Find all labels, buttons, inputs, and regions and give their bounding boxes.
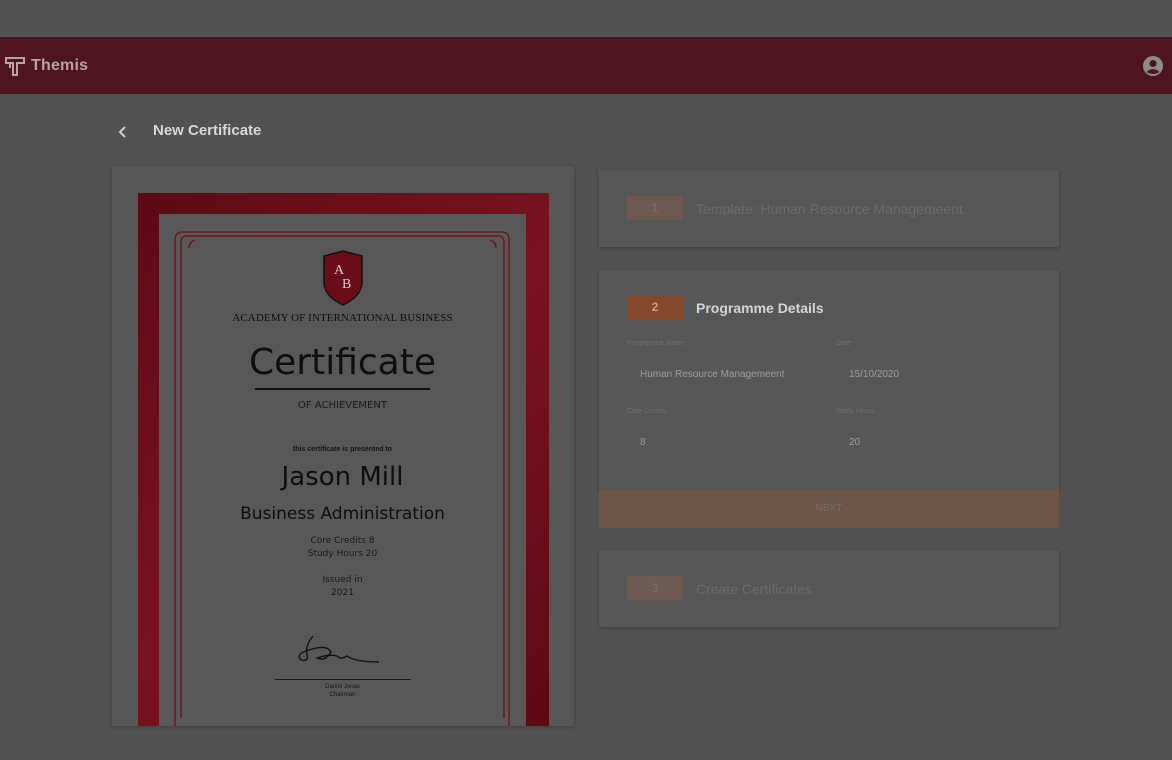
certificate-title: Certificate (249, 342, 436, 383)
step-create-certificates-card[interactable]: 3 Create Certificates (599, 550, 1059, 627)
account-circle-icon[interactable] (1142, 55, 1164, 77)
app-header: Themis (0, 37, 1172, 94)
course-name: Business Administration (240, 504, 445, 524)
next-button[interactable]: NEXT (599, 490, 1059, 528)
issued-in-text: Issued in (322, 575, 363, 585)
step-2-title: Programme Details (696, 300, 824, 316)
brand-name: Themis (31, 57, 89, 74)
page-title: New Certificate (153, 122, 262, 139)
brand-logo[interactable]: Themis (4, 55, 88, 77)
study-hours-label: Study Hours (836, 408, 875, 415)
academy-crest-icon: A B (323, 250, 363, 306)
signer-role: Chairman (329, 692, 356, 698)
academy-name: ACADEMY OF INTERNATIONAL BUSINESS (232, 312, 453, 324)
signature-image (298, 635, 380, 663)
core-credits-label: Core Credits (627, 408, 667, 415)
step-programme-details-card: 2 Programme Details Programme Name Human… (599, 270, 1059, 490)
core-credits-text: Core Credits 8 (310, 536, 375, 546)
study-hours-text: Study Hours 20 (307, 549, 378, 559)
programme-name-label: Programme Name (627, 340, 685, 347)
svg-text:B: B (342, 277, 351, 292)
signature-line (275, 679, 411, 680)
core-credits-field[interactable]: 8 (640, 437, 646, 448)
certificate-preview-card: A B ACADEMY OF INTERNATIONAL BUSINESS Ce… (112, 166, 574, 726)
step-2-number: 2 (627, 295, 683, 319)
chevron-left-icon[interactable] (113, 122, 133, 142)
step-template-card[interactable]: 1 Template: Human Resource Managemeent (599, 170, 1059, 247)
title-underline (255, 388, 430, 390)
step-3-title: Create Certificates (696, 581, 812, 597)
step-3-number: 3 (627, 576, 683, 600)
step-1-number: 1 (627, 196, 683, 220)
programme-name-field[interactable]: Human Resource Managemeent (640, 369, 785, 380)
certificate-subtitle: OF ACHIEVEMENT (298, 400, 387, 411)
step-1-title: Template: Human Resource Managemeent (696, 201, 963, 217)
svg-text:A: A (334, 263, 345, 278)
date-label: Date (836, 340, 851, 347)
study-hours-field[interactable]: 20 (849, 437, 860, 448)
date-field[interactable]: 15/10/2020 (849, 369, 899, 380)
themis-logo-icon (5, 57, 25, 76)
certificate-paper: A B ACADEMY OF INTERNATIONAL BUSINESS Ce… (159, 214, 526, 726)
presented-to-text: this certificate is presented to (292, 446, 393, 453)
certificate-border: A B ACADEMY OF INTERNATIONAL BUSINESS Ce… (138, 193, 549, 726)
recipient-name: Jason Mill (281, 462, 404, 492)
signer-name: Daniel Jonas (325, 684, 360, 690)
issued-year: 2021 (331, 588, 354, 598)
